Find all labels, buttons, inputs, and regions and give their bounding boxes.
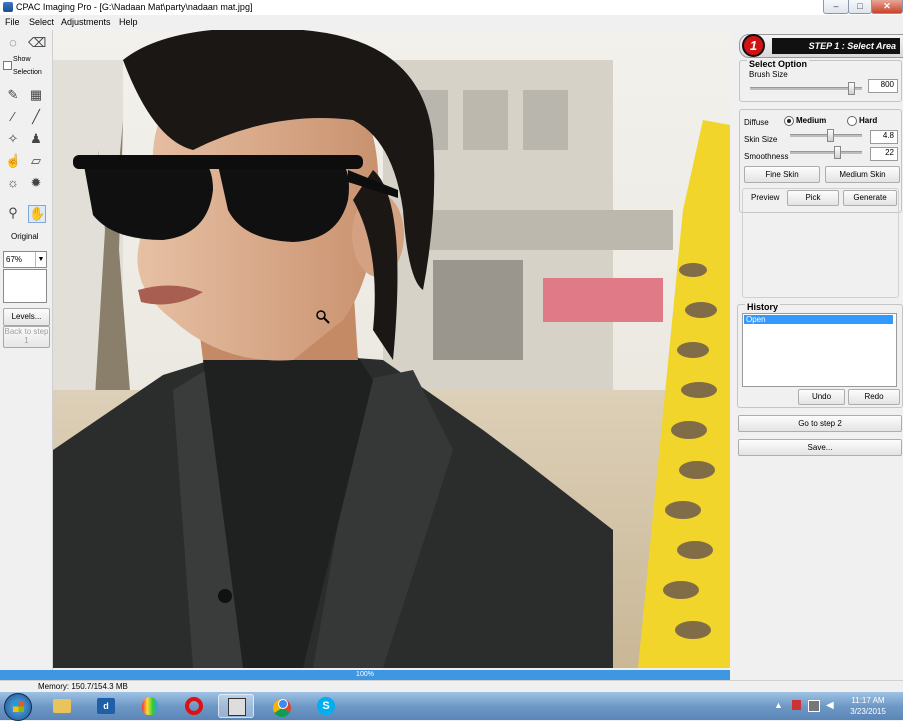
wand-icon[interactable]: ✧ bbox=[5, 131, 21, 147]
progress-text: 100% bbox=[356, 671, 374, 678]
select-option-group: Select Option Brush Size 800 bbox=[739, 59, 902, 102]
preview-label: Preview bbox=[751, 193, 780, 202]
medium-skin-button[interactable]: Medium Skin bbox=[825, 166, 900, 183]
smoothness-slider-thumb[interactable] bbox=[833, 146, 841, 159]
selection-label: Selection bbox=[13, 69, 42, 76]
stamp-icon[interactable]: ♟ bbox=[28, 131, 44, 147]
back-to-step1-button[interactable]: Back to step 1 bbox=[3, 326, 50, 348]
smudge-icon[interactable]: ☝ bbox=[5, 153, 21, 169]
smoothness-slider-track[interactable] bbox=[790, 151, 862, 154]
erase-block-icon[interactable]: ▱ bbox=[28, 153, 44, 169]
eyedropper-icon[interactable]: ⁄ bbox=[5, 109, 21, 125]
chevron-down-icon[interactable]: ▼ bbox=[35, 252, 46, 267]
window-title: CPAC Imaging Pro - [G:\Nadaan Mat\party\… bbox=[16, 2, 253, 12]
tray-flag-icon[interactable] bbox=[792, 700, 801, 710]
skin-size-label: Skin Size bbox=[744, 135, 778, 144]
pattern-icon[interactable]: ▦ bbox=[28, 87, 44, 103]
go-to-step2-button[interactable]: Go to step 2 bbox=[738, 415, 902, 432]
minimize-button[interactable]: – bbox=[823, 0, 849, 14]
close-button[interactable]: ✕ bbox=[871, 0, 903, 14]
toolbox: ◌ ⌫ Show Selection ✎ ▦ ⁄ ╱ ✧ ♟ ☝ ▱ ☼ ✹ ⚲… bbox=[0, 30, 53, 670]
memory-status: Memory: 150.7/154.3 MB bbox=[38, 682, 128, 691]
app-icon bbox=[3, 2, 13, 12]
hand-icon[interactable]: ✋ bbox=[28, 205, 46, 223]
app-dl-icon[interactable]: d bbox=[88, 694, 124, 718]
color-swatch[interactable] bbox=[3, 269, 47, 303]
network-icon[interactable] bbox=[808, 700, 820, 712]
diffuse-group: Diffuse Medium Hard Skin Size 4.8 Smooth… bbox=[739, 109, 902, 298]
original-label: Original bbox=[11, 232, 39, 241]
history-group: History Open Undo Redo bbox=[737, 302, 903, 408]
show-label: Show bbox=[13, 56, 31, 63]
skype-icon[interactable]: S bbox=[308, 694, 344, 718]
diffuse-label: Diffuse bbox=[744, 118, 769, 127]
show-selection-checkbox[interactable] bbox=[3, 61, 12, 70]
photo-image bbox=[53, 30, 730, 668]
right-panel: 1 STEP 1 : Select Area Select Option Bru… bbox=[735, 30, 903, 670]
menu-select[interactable]: Select bbox=[29, 17, 54, 27]
tray-arrow-icon[interactable]: ▲ bbox=[774, 700, 783, 710]
volume-icon[interactable]: ◀ bbox=[826, 700, 834, 711]
smoothness-field[interactable]: 22 bbox=[870, 147, 898, 161]
menu-adjustments[interactable]: Adjustments bbox=[61, 17, 111, 27]
balloon-icon[interactable] bbox=[132, 694, 168, 718]
clock-time[interactable]: 11:17 AM bbox=[846, 696, 890, 705]
smoothness-label: Smoothness bbox=[744, 152, 789, 161]
fine-skin-button[interactable]: Fine Skin bbox=[744, 166, 820, 183]
preview-area: Preview Pick Generate bbox=[742, 188, 899, 298]
select-option-title: Select Option bbox=[747, 59, 810, 69]
menu-bar: File Select Adjustments Help bbox=[0, 15, 903, 29]
eraser-icon[interactable]: ⌫ bbox=[28, 35, 46, 51]
step-header: 1 STEP 1 : Select Area bbox=[739, 34, 903, 58]
pick-button[interactable]: Pick bbox=[787, 190, 839, 206]
brush-size-slider-thumb[interactable] bbox=[847, 82, 855, 95]
radio-hard-label: Hard bbox=[859, 116, 878, 125]
ellipse-select-icon[interactable]: ◌ bbox=[5, 35, 21, 51]
zoom-select[interactable]: 67% ▼ bbox=[3, 251, 47, 268]
skin-size-field[interactable]: 4.8 bbox=[870, 130, 898, 144]
history-list[interactable]: Open bbox=[742, 313, 897, 387]
brush-icon[interactable]: ✎ bbox=[5, 87, 21, 103]
menu-help[interactable]: Help bbox=[119, 17, 138, 27]
opera-icon[interactable] bbox=[176, 694, 212, 718]
undo-button[interactable]: Undo bbox=[798, 389, 845, 405]
history-item[interactable]: Open bbox=[744, 315, 893, 324]
menu-file[interactable]: File bbox=[5, 17, 20, 27]
skin-size-slider-thumb[interactable] bbox=[826, 129, 834, 142]
title-bar: CPAC Imaging Pro - [G:\Nadaan Mat\party\… bbox=[0, 0, 903, 16]
zoom-icon[interactable]: ⚲ bbox=[5, 205, 21, 221]
cpac-imaging-icon[interactable] bbox=[218, 694, 254, 718]
levels-button[interactable]: Levels... bbox=[3, 308, 50, 326]
sun-icon[interactable]: ☼ bbox=[5, 175, 21, 191]
radio-medium[interactable] bbox=[784, 116, 794, 126]
maximize-button[interactable]: □ bbox=[848, 0, 872, 14]
start-button[interactable] bbox=[4, 693, 32, 721]
save-button[interactable]: Save... bbox=[738, 439, 902, 456]
clock-date[interactable]: 3/23/2015 bbox=[846, 707, 890, 716]
brush-size-field[interactable]: 800 bbox=[868, 79, 898, 93]
history-title: History bbox=[745, 302, 781, 312]
line-icon[interactable]: ╱ bbox=[28, 109, 44, 125]
brush-size-label: Brush Size bbox=[749, 70, 788, 79]
step-number-badge: 1 bbox=[742, 34, 765, 57]
zoom-value: 67% bbox=[6, 255, 23, 264]
image-canvas[interactable] bbox=[53, 30, 730, 668]
explorer-icon[interactable] bbox=[44, 694, 80, 718]
redo-button[interactable]: Redo bbox=[848, 389, 900, 405]
chrome-icon[interactable] bbox=[264, 694, 300, 718]
generate-button[interactable]: Generate bbox=[843, 190, 897, 206]
progress-bar: 100% bbox=[0, 670, 730, 680]
burn-icon[interactable]: ✹ bbox=[28, 175, 44, 191]
radio-medium-label: Medium bbox=[796, 116, 827, 125]
taskbar: d S ▲ ◀ 11:17 AM 3/23/2015 bbox=[0, 692, 903, 721]
step-title: STEP 1 : Select Area bbox=[772, 38, 900, 54]
radio-hard[interactable] bbox=[847, 116, 857, 126]
brush-size-slider-track[interactable] bbox=[750, 87, 862, 90]
